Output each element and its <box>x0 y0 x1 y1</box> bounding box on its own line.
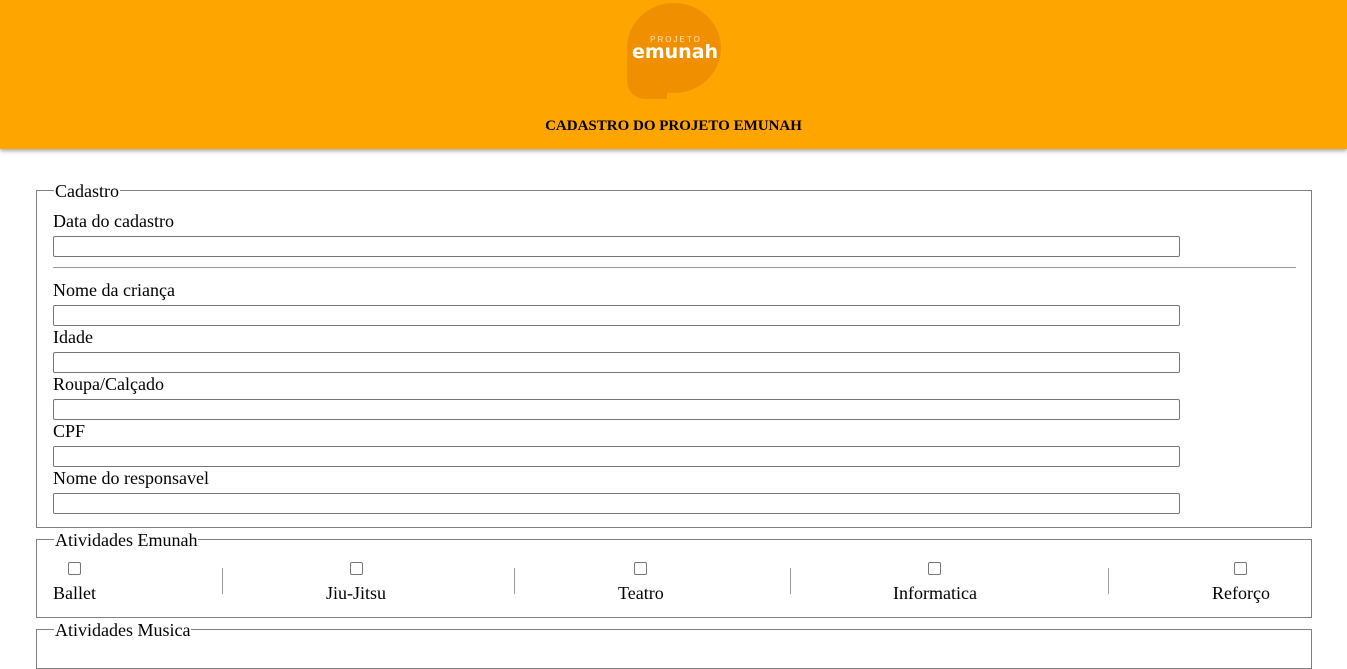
nome-crianca-input[interactable] <box>53 305 1180 326</box>
atividades-musica-legend: Atividades Musica <box>54 620 192 640</box>
data-cadastro-label: Data do cadastro <box>53 211 174 231</box>
teatro-checkbox[interactable] <box>634 562 648 575</box>
atividades-emunah-fieldset: Atividades Emunah Ballet Jiu-Jitsu Teatr… <box>36 530 1312 618</box>
cpf-input[interactable] <box>53 446 1180 467</box>
cpf-label: CPF <box>53 421 86 441</box>
atividades-musica-fieldset: Atividades Musica <box>36 620 1312 669</box>
roupa-calcado-input[interactable] <box>53 399 1180 420</box>
page-title: CADASTRO DO PROJETO EMUNAH <box>545 118 802 134</box>
informatica-label: Informatica <box>893 583 977 603</box>
activity-separator <box>790 568 791 594</box>
data-cadastro-input[interactable] <box>53 236 1180 257</box>
header-bar: PROJETO emunah CADASTRO DO PROJETO EMUNA… <box>0 0 1347 149</box>
activity-ballet: Ballet <box>53 562 96 603</box>
informatica-checkbox[interactable] <box>928 562 942 575</box>
cadastro-fieldset: Cadastro Data do cadastro Nome da crianç… <box>36 181 1312 528</box>
activity-separator <box>514 568 515 594</box>
ballet-label: Ballet <box>53 583 96 603</box>
nome-crianca-label: Nome da criança <box>53 280 175 300</box>
roupa-calcado-label: Roupa/Calçado <box>53 374 164 394</box>
teatro-label: Teatro <box>618 583 664 603</box>
cadastro-legend: Cadastro <box>54 181 120 201</box>
activity-jiu-jitsu: Jiu-Jitsu <box>326 562 386 603</box>
jiu-jitsu-checkbox[interactable] <box>349 562 363 575</box>
idade-label: Idade <box>53 327 93 347</box>
nome-responsavel-input[interactable] <box>53 493 1180 514</box>
activity-informatica: Informatica <box>893 562 977 603</box>
nome-responsavel-label: Nome do responsavel <box>53 468 209 488</box>
atividades-emunah-legend: Atividades Emunah <box>54 530 199 550</box>
projeto-emunah-logo: PROJETO emunah <box>627 3 721 99</box>
reforco-label: Reforço <box>1212 583 1270 603</box>
activity-reforco: Reforço <box>1212 562 1270 603</box>
ballet-checkbox[interactable] <box>68 562 81 575</box>
reforco-checkbox[interactable] <box>1234 562 1248 575</box>
activity-separator <box>222 568 223 594</box>
logo-big-text: emunah <box>631 41 719 63</box>
activity-teatro: Teatro <box>618 562 664 603</box>
section-divider <box>53 267 1296 268</box>
jiu-jitsu-label: Jiu-Jitsu <box>326 583 387 603</box>
activity-separator <box>1108 568 1109 594</box>
idade-input[interactable] <box>53 352 1180 373</box>
